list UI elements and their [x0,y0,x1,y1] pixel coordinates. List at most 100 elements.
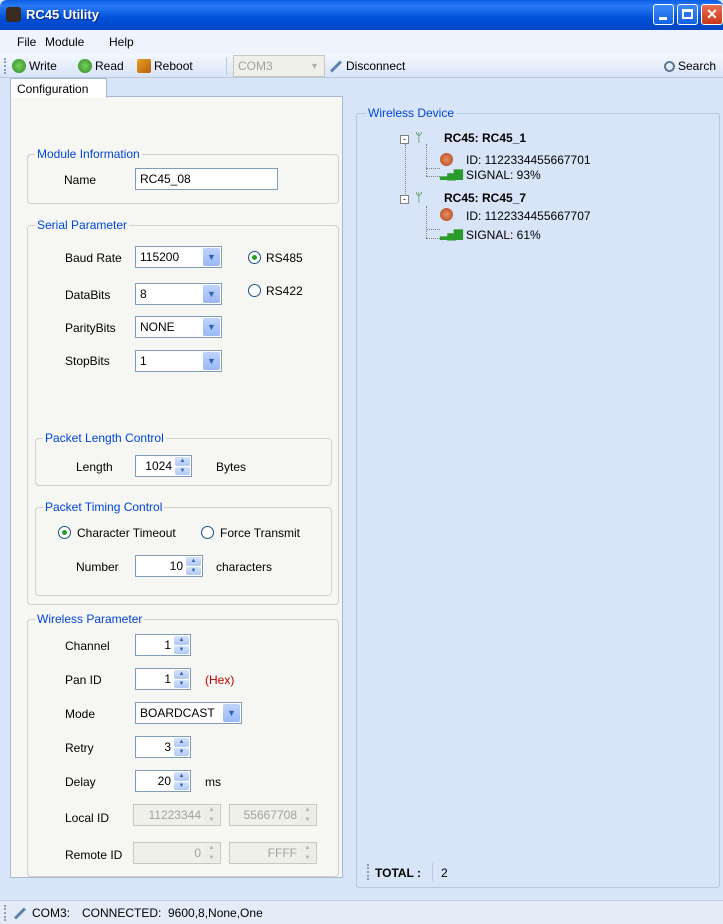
tab-configuration[interactable]: Configuration [10,78,107,98]
menu-module[interactable]: Module [45,35,84,49]
minimize-button[interactable] [653,4,674,25]
number-spinner[interactable]: 10 ▲ ▼ [135,555,203,577]
app-icon [6,7,21,22]
tree-line [405,144,406,200]
device-id: ID: 1122334455667707 [466,209,591,223]
rs485-label: RS485 [266,251,303,265]
stopbits-select[interactable]: 1 ▼ [135,350,222,372]
spin-up-icon: ▲ [204,844,219,853]
spin-down-icon[interactable]: ▼ [174,747,189,756]
status-state: CONNECTED: [82,906,162,920]
pencil-icon [329,59,343,73]
disconnect-button[interactable]: Disconnect [329,59,405,73]
device-name[interactable]: RC45: RC45_1 [444,131,526,145]
name-label: Name [64,173,97,187]
title-bar: RC45 Utility ✕ [0,0,723,30]
chevron-down-icon[interactable]: ▼ [203,248,220,266]
status-grip [4,905,6,921]
chevron-down-icon[interactable]: ▼ [203,318,220,336]
toolbar: Write Read Reboot COM3 ▼ Disconnect Sear… [0,54,723,78]
menu-bar: File Module Help [0,30,723,54]
spin-up-icon[interactable]: ▲ [174,738,189,747]
hex-label: (Hex) [205,673,235,687]
spin-down-icon[interactable]: ▼ [186,566,201,575]
baud-rate-select[interactable]: 115200 ▼ [135,246,222,268]
spin-down-icon: ▼ [204,815,219,824]
spin-up-icon[interactable]: ▲ [175,457,190,466]
rs485-radio[interactable] [248,251,261,264]
remote-id-b-spinner: FFFF ▲ ▼ [229,842,317,864]
paritybits-select[interactable]: NONE ▼ [135,316,222,338]
read-icon [78,59,92,73]
mode-label: Mode [65,707,96,721]
total-grip [367,864,369,880]
rs422-radio[interactable] [248,284,261,297]
chevron-down-icon[interactable]: ▼ [223,704,240,722]
menu-help[interactable]: Help [109,35,134,49]
packet-timing-title: Packet Timing Control [43,500,165,514]
spin-down-icon[interactable]: ▼ [175,466,190,475]
local-id-label: Local ID [65,811,110,825]
status-bar: COM3: CONNECTED: 9600,8,None,One [0,900,723,924]
packet-length-title: Packet Length Control [43,431,166,445]
device-signal: SIGNAL: 93% [466,168,541,182]
spin-down-icon: ▼ [300,815,315,824]
chevron-down-icon[interactable]: ▼ [203,285,220,303]
local-id-a-spinner: 11223344 ▲ ▼ [133,804,221,826]
force-transmit-radio[interactable] [201,526,214,539]
write-icon [12,59,26,73]
write-button[interactable]: Write [12,59,57,73]
spin-up-icon: ▲ [300,844,315,853]
wireless-device-title: Wireless Device [366,106,457,120]
length-label: Length [76,460,113,474]
search-button[interactable]: Search [664,59,716,73]
port-select: COM3 ▼ [233,55,325,77]
read-button[interactable]: Read [78,59,124,73]
close-button[interactable]: ✕ [701,4,723,25]
channel-spinner[interactable]: 1 ▲ ▼ [135,634,191,656]
mode-select[interactable]: BOARDCAST ▼ [135,702,242,724]
remote-id-label: Remote ID [65,848,123,862]
total-separator [432,863,433,881]
spin-down-icon: ▼ [204,853,219,862]
toolbar-grip [4,58,6,74]
spin-up-icon[interactable]: ▲ [174,670,189,679]
spin-up-icon[interactable]: ▲ [174,636,189,645]
status-port: COM3: [32,906,71,920]
reboot-icon [137,59,151,73]
spin-up-icon[interactable]: ▲ [186,557,201,566]
spin-down-icon[interactable]: ▼ [174,679,189,688]
device-name[interactable]: RC45: RC45_7 [444,191,526,205]
length-spinner[interactable]: 1024 ▲ ▼ [135,455,192,477]
baud-rate-label: Baud Rate [65,251,122,265]
spin-up-icon[interactable]: ▲ [174,772,189,781]
pan-id-spinner[interactable]: 1 ▲ ▼ [135,668,191,690]
ms-label: ms [205,775,221,789]
chevron-down-icon[interactable]: ▼ [203,352,220,370]
maximize-button[interactable] [677,4,698,25]
delay-spinner[interactable]: 20 ▲ ▼ [135,770,191,792]
module-info-title: Module Information [35,147,142,161]
spin-down-icon[interactable]: ▼ [174,645,189,654]
serial-title: Serial Parameter [35,218,130,232]
toolbar-separator [226,57,227,75]
chevron-down-icon: ▼ [306,57,323,75]
spin-down-icon[interactable]: ▼ [174,781,189,790]
collapse-icon[interactable]: - [400,195,409,204]
tree-line [426,168,440,169]
wireless-title: Wireless Parameter [35,612,145,626]
number-label: Number [76,560,119,574]
menu-file[interactable]: File [17,35,36,49]
databits-select[interactable]: 8 ▼ [135,283,222,305]
name-input[interactable]: RC45_08 [135,168,278,190]
stopbits-label: StopBits [65,354,110,368]
tree-line [426,229,440,230]
reboot-button[interactable]: Reboot [137,59,193,73]
character-timeout-radio[interactable] [58,526,71,539]
force-transmit-label: Force Transmit [220,526,301,540]
retry-spinner[interactable]: 3 ▲ ▼ [135,736,191,758]
tree-line [426,176,440,177]
collapse-icon[interactable]: - [400,135,409,144]
tree-line [426,144,427,176]
spin-up-icon: ▲ [204,806,219,815]
